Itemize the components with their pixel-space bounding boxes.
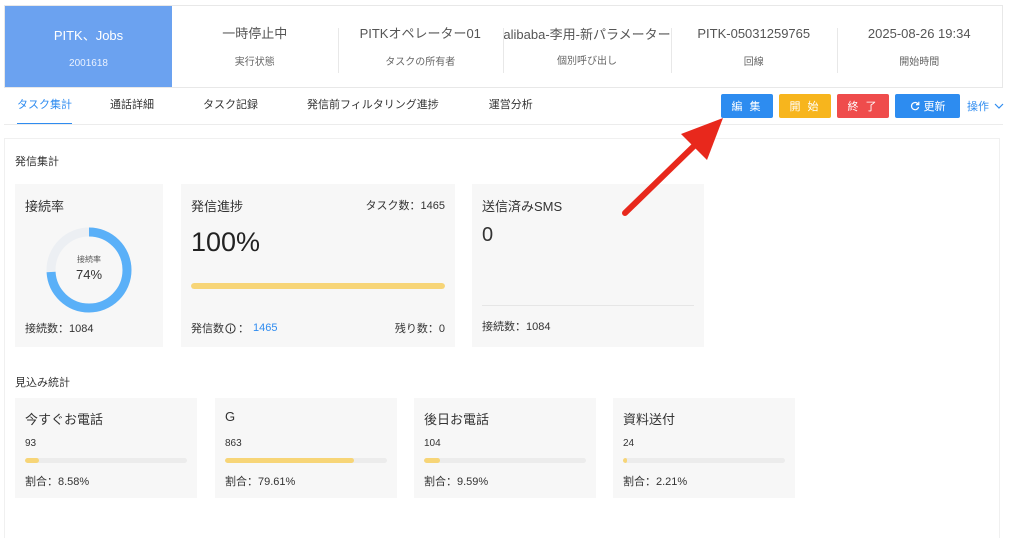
task-header: PITK、Jobs 2001618 一時停止中 実行状態 PITKオペレーター0… [4, 5, 1003, 88]
ring-caption: 接続率 [77, 255, 101, 264]
dial-count-label: 発信数 [191, 323, 224, 335]
start-time-label: 開始時間 [899, 57, 940, 68]
individual-call-cell: alibaba-李用-新パラメーター 個別呼び出し [503, 6, 671, 87]
tab-bar: タスク集計 通話詳細 タスク記録 発信前フィルタリング進捗 運営分析 [4, 88, 533, 125]
prospect-title: 今すぐお電話 [25, 412, 104, 427]
start-time-value: 2025-08-26 19:34 [867, 26, 971, 41]
progress-percent: 100% [191, 227, 261, 257]
connect-rate-ring: 接続率 74% [45, 226, 133, 314]
prospect-count: 24 [623, 438, 635, 449]
line-cell: PITK-05031259765 回線 [671, 6, 837, 87]
sms-divider [482, 305, 694, 306]
prospect-ratio: 割合：9.59% [424, 476, 489, 488]
task-count: タスク数：1465 [365, 200, 445, 212]
prospect-title: 資料送付 [623, 412, 676, 427]
prospect-count: 863 [225, 438, 242, 449]
prospect-bar [424, 458, 586, 463]
individual-call-label: 個別呼び出し [557, 56, 617, 67]
chevron-down-icon [994, 103, 1004, 109]
status-cell: 一時停止中 実行状態 [172, 6, 338, 87]
owner-cell: PITKオペレーター01 タスクの所有者 [337, 6, 504, 87]
prospect-bar-fill [623, 458, 627, 463]
prospect-count: 104 [424, 438, 441, 449]
annotation-arrow [622, 118, 723, 216]
tab-pre-dial-filtering[interactable]: 発信前フィルタリング進捗 [307, 88, 439, 125]
prospect-count: 93 [25, 438, 37, 449]
prospect-bar-fill [225, 458, 354, 463]
prospect-bar [25, 458, 187, 463]
job-title: PITK、Jobs [53, 27, 124, 43]
ring-percent: 74% [75, 267, 103, 282]
prospect-title: G [225, 409, 236, 424]
tab-task-summary[interactable]: タスク集計 [17, 88, 72, 125]
owner-value: PITKオペレーター01 [359, 26, 481, 41]
sms-value: 0 [482, 224, 494, 246]
dial-count-value[interactable]: 1465 [253, 322, 277, 334]
job-card[interactable]: PITK、Jobs 2001618 [5, 6, 172, 87]
progress-bar [191, 283, 445, 289]
prospect-ratio: 割合：8.58% [25, 476, 90, 488]
tab-call-details[interactable]: 通話詳細 [110, 88, 154, 125]
sms-connect-count: 接続数：1084 [482, 321, 551, 333]
start-button[interactable]: 開 始 [779, 94, 831, 118]
arrow-shaft [622, 142, 698, 216]
end-button[interactable]: 終 了 [837, 94, 889, 118]
refresh-button[interactable]: 更新 [895, 94, 960, 118]
refresh-label: 更新 [923, 101, 946, 113]
status-value: 一時停止中 [222, 26, 288, 41]
summary-panel: 発信集計 接続率 接続率 74% 接続数：1084 発信進捗 タスク数：1465… [4, 138, 1000, 538]
individual-call-value: alibaba-李用-新パラメーター [503, 27, 671, 42]
prospect-card-call-now: 今すぐお電話 93 割合：8.58% [15, 398, 197, 498]
info-icon[interactable] [225, 322, 236, 334]
dial-stats-title: 発信集計 [15, 156, 59, 168]
progress-bar-fill [191, 283, 445, 289]
tab-task-records[interactable]: タスク記録 [203, 88, 258, 125]
line-label: 回線 [743, 57, 764, 68]
prospect-bar-fill [25, 458, 39, 463]
action-bar: 編 集 開 始 終 了 更新 操作 [721, 94, 1004, 118]
prospect-stats-title: 見込み統計 [15, 377, 70, 389]
connect-rate-title: 接続率 [25, 199, 65, 214]
tab-operation-analysis[interactable]: 運営分析 [489, 88, 533, 125]
sms-title: 送信済みSMS [482, 199, 563, 214]
status-label: 実行状態 [234, 57, 275, 68]
prospect-card-call-later: 後日お電話 104 割合：9.59% [414, 398, 596, 498]
prospect-ratio: 割合：79.61% [225, 476, 296, 488]
prospect-bar [225, 458, 387, 463]
line-value: PITK-05031259765 [697, 26, 811, 41]
prospect-bar-fill [424, 458, 440, 463]
connect-count: 接続数：1084 [25, 323, 94, 335]
dial-progress-title: 発信進捗 [191, 199, 244, 214]
prospect-ratio: 割合：2.21% [623, 476, 688, 488]
refresh-icon [910, 101, 919, 111]
prospect-title: 後日お電話 [424, 412, 490, 427]
prospect-bar [623, 458, 785, 463]
connect-rate-card: 接続率 接続率 74% 接続数：1084 [15, 184, 163, 347]
tab-divider [4, 124, 1003, 125]
remaining-count: 残り数：0 [394, 323, 445, 335]
operations-dropdown[interactable]: 操作 [967, 98, 1004, 114]
prospect-card-send-materials: 資料送付 24 割合：2.21% [613, 398, 795, 498]
dial-count: 発信数 ： 1465 [191, 322, 278, 335]
job-id: 2001618 [69, 57, 108, 69]
start-time-cell: 2025-08-26 19:34 開始時間 [836, 6, 1003, 87]
dial-progress-card: 発信進捗 タスク数：1465 100% 発信数 ： 1465 残り数：0 [181, 184, 455, 347]
prospect-card-g: G 863 割合：79.61% [215, 398, 397, 498]
operations-label: 操作 [967, 101, 989, 113]
owner-label: タスクの所有者 [385, 57, 456, 68]
edit-button[interactable]: 編 集 [721, 94, 773, 118]
